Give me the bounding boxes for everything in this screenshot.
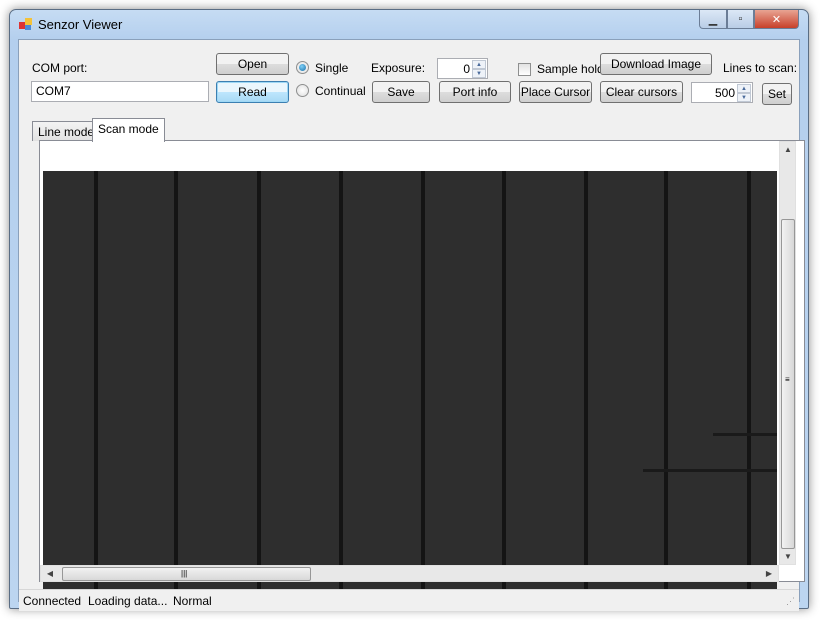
scan-stripe xyxy=(664,171,668,593)
lines-to-scan-value: 500 xyxy=(714,86,735,100)
app-window: Senzor Viewer ▁ ▫ ✕ COM port: COM7 Open … xyxy=(9,9,809,611)
connection-status: Connected xyxy=(23,594,82,608)
single-radio[interactable] xyxy=(296,61,309,74)
continual-label: Continual xyxy=(315,84,366,98)
exposure-down-button[interactable]: ▼ xyxy=(472,69,486,78)
scroll-down-icon[interactable]: ▼ xyxy=(780,552,796,561)
vertical-scrollbar[interactable]: ▲ ≡ ▼ xyxy=(779,141,796,565)
close-icon: ✕ xyxy=(771,13,782,26)
scan-image xyxy=(43,171,777,593)
tab-line-mode[interactable]: Line mode xyxy=(32,121,101,141)
scroll-up-icon[interactable]: ▲ xyxy=(780,145,796,154)
scan-streak xyxy=(643,469,777,472)
exposure-spinner[interactable]: 0 ▲ ▼ xyxy=(437,58,488,79)
scan-stripe xyxy=(502,171,506,593)
single-label: Single xyxy=(315,61,349,75)
scan-stripe xyxy=(257,171,261,593)
read-button[interactable]: Read xyxy=(216,81,289,103)
maximize-icon: ▫ xyxy=(738,13,743,25)
horizontal-scrollbar[interactable]: ◀ ||| ▶ xyxy=(40,565,779,582)
loading-status: Loading data... xyxy=(88,594,168,608)
app-icon xyxy=(19,18,33,32)
mode-status: Normal xyxy=(173,594,212,608)
lines-up-button[interactable]: ▲ xyxy=(737,84,751,93)
scan-stripe xyxy=(94,171,98,593)
lines-to-scan-spinner[interactable]: 500 ▲ ▼ xyxy=(691,82,753,103)
exposure-label: Exposure: xyxy=(371,61,426,75)
open-button[interactable]: Open xyxy=(216,53,289,75)
set-button[interactable]: Set xyxy=(762,83,792,105)
place-cursor-button[interactable]: Place Cursor xyxy=(519,81,592,103)
com-port-label: COM port: xyxy=(32,61,88,75)
download-image-button[interactable]: Download Image xyxy=(600,53,712,75)
status-bar: Connected Loading data... Normal ⋰ xyxy=(19,589,799,611)
com-port-input[interactable]: COM7 xyxy=(31,81,209,102)
grip-icon: ≡ xyxy=(785,375,790,384)
resize-grip-icon[interactable]: ⋰ xyxy=(786,596,795,607)
exposure-up-button[interactable]: ▲ xyxy=(472,60,486,69)
client-area: COM port: COM7 Open Read Single Continua… xyxy=(18,39,805,611)
clear-cursors-button[interactable]: Clear cursors xyxy=(600,81,683,103)
scroll-right-icon[interactable]: ▶ xyxy=(761,569,777,578)
lines-down-button[interactable]: ▼ xyxy=(737,93,751,102)
lines-to-scan-label: Lines to scan: xyxy=(723,61,798,75)
scan-stripe xyxy=(339,171,343,593)
scan-stripe xyxy=(584,171,588,593)
close-button[interactable]: ✕ xyxy=(754,10,799,29)
scan-streak xyxy=(713,433,777,436)
port-info-button[interactable]: Port info xyxy=(439,81,511,103)
continual-radio[interactable] xyxy=(296,84,309,97)
scan-stripe xyxy=(747,171,751,593)
minimize-icon: ▁ xyxy=(708,13,718,26)
tab-scan-mode[interactable]: Scan mode xyxy=(92,118,165,142)
grip-icon: ||| xyxy=(181,569,188,578)
vertical-scroll-thumb[interactable]: ≡ xyxy=(781,219,795,549)
sample-hold-checkbox[interactable] xyxy=(518,63,531,76)
exposure-value: 0 xyxy=(463,62,470,76)
scan-stripe xyxy=(174,171,178,593)
maximize-button[interactable]: ▫ xyxy=(727,10,754,29)
horizontal-scroll-thumb[interactable]: ||| xyxy=(62,567,311,581)
window-title: Senzor Viewer xyxy=(38,17,123,32)
scroll-left-icon[interactable]: ◀ xyxy=(42,569,58,578)
scan-stripe xyxy=(421,171,425,593)
sample-hold-label: Sample hold xyxy=(537,62,604,76)
minimize-button[interactable]: ▁ xyxy=(699,10,727,29)
save-button[interactable]: Save xyxy=(372,81,430,103)
